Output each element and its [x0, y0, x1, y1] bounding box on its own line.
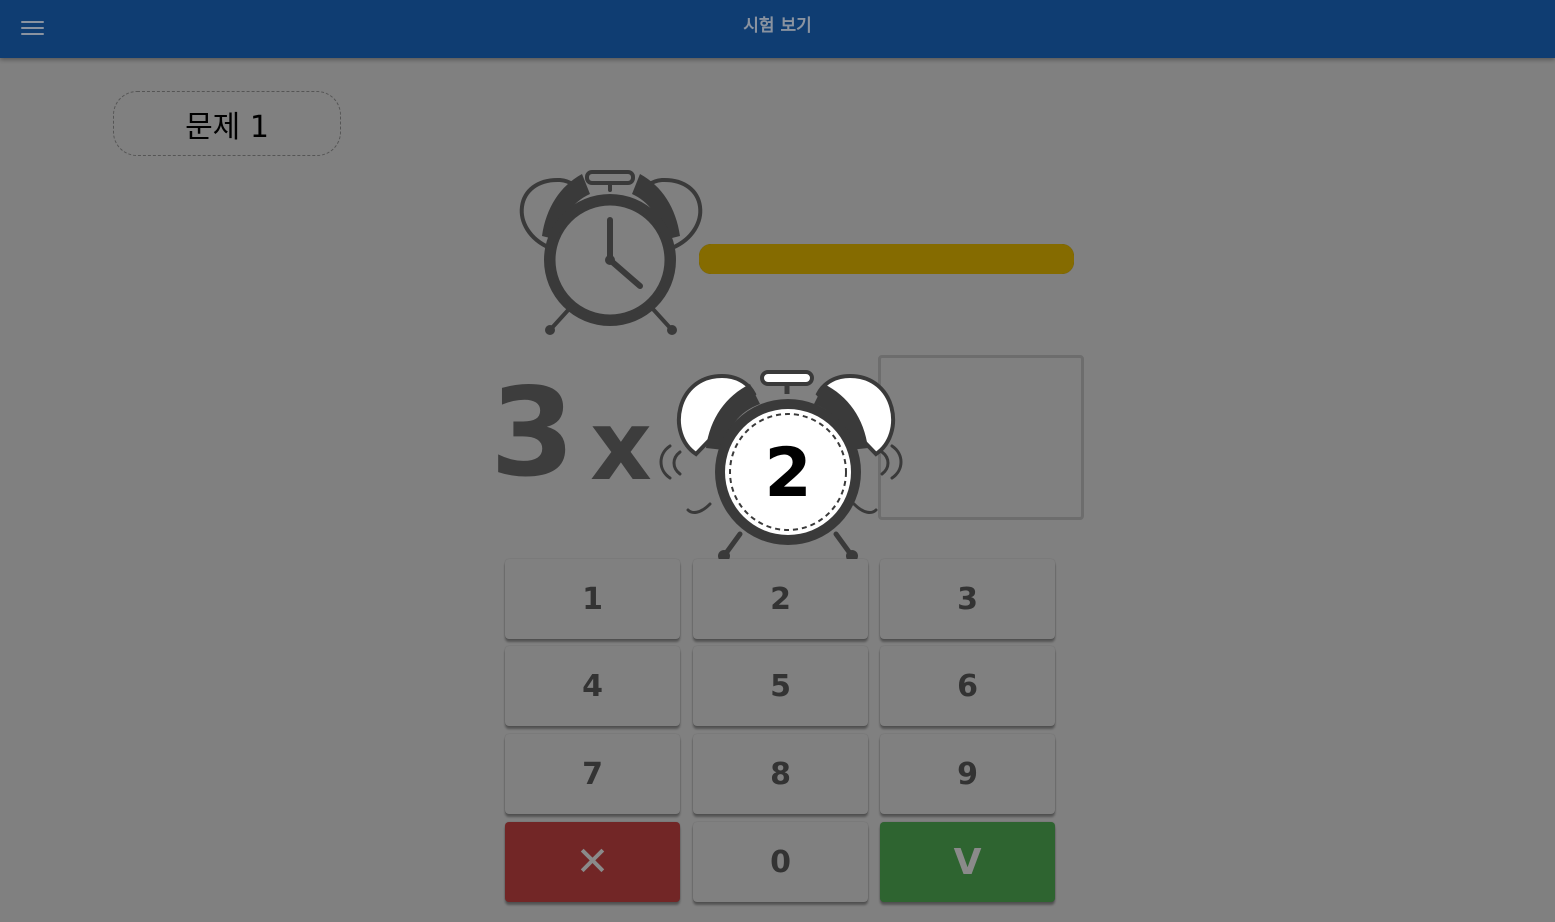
alarm-clock-icon [519, 170, 703, 335]
key-0[interactable]: 0 [693, 822, 868, 902]
key-2[interactable]: 2 [693, 559, 868, 639]
key-9[interactable]: 9 [880, 734, 1055, 814]
key-8[interactable]: 8 [693, 734, 868, 814]
key-7[interactable]: 7 [505, 734, 680, 814]
question-number-label: 문제 1 [113, 91, 341, 156]
app-header: 시험 보기 [0, 0, 1555, 58]
clear-icon: ✕ [575, 839, 610, 885]
key-5[interactable]: 5 [693, 646, 868, 726]
countdown-number: 2 [764, 434, 812, 513]
key-3[interactable]: 3 [880, 559, 1055, 639]
key-6[interactable]: 6 [880, 646, 1055, 726]
key-4[interactable]: 4 [505, 646, 680, 726]
page-title: 시험 보기 [743, 16, 812, 36]
equation-operator: x [590, 390, 652, 502]
clear-button[interactable]: ✕ [505, 822, 680, 902]
key-1[interactable]: 1 [505, 559, 680, 639]
submit-check-icon: V [953, 841, 982, 883]
submit-button[interactable]: V [880, 822, 1055, 902]
equation-left-operand: 3 [490, 362, 575, 504]
timer-progress-fill [699, 244, 1074, 274]
timer-progress-bar [699, 244, 1074, 274]
